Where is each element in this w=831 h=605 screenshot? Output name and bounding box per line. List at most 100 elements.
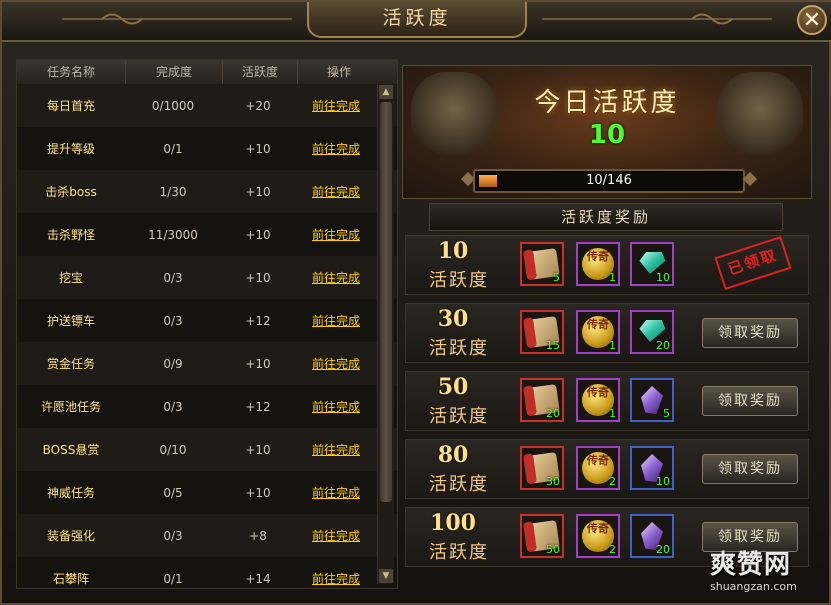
claim-reward-button[interactable]: 领取奖励: [702, 318, 798, 348]
reward-section-title: 活跃度奖励: [429, 203, 783, 231]
goto-complete-link[interactable]: 前往完成: [295, 527, 377, 544]
goto-complete-link[interactable]: 前往完成: [295, 570, 377, 587]
task-progress: 0/10: [159, 442, 187, 457]
today-activity-title: 今日活跃度: [534, 88, 680, 118]
task-points: +10: [245, 356, 271, 371]
title-ornament-right: [542, 13, 772, 25]
activity-reward-panel: 今日活跃度 10 10/146 活跃度奖励 10 活跃度 5 传奇 1 10 已领取 30 活跃…: [399, 62, 813, 590]
task-progress: 0/3: [163, 528, 183, 543]
tier-unit: 活跃度: [429, 338, 489, 359]
reward-item-slot[interactable]: 传奇 2: [576, 514, 620, 558]
goto-complete-link[interactable]: 前往完成: [295, 398, 377, 415]
reward-item-slot[interactable]: 10: [630, 446, 674, 490]
claim-reward-button[interactable]: 领取奖励: [702, 454, 798, 484]
table-row: 每日首充 0/1000 +20 前往完成: [17, 84, 397, 127]
table-row: 击杀boss 1/30 +10 前往完成: [17, 170, 397, 213]
reward-item-slot[interactable]: 20: [630, 310, 674, 354]
claim-reward-button[interactable]: 领取奖励: [702, 522, 798, 552]
reward-tier: 80 活跃度 30 传奇 2 10 领取奖励: [405, 439, 809, 499]
item-count: 1: [609, 271, 616, 284]
table-row: 赏金任务 0/9 +10 前往完成: [17, 342, 397, 385]
reward-item-slot[interactable]: 50: [520, 514, 564, 558]
reward-item-slot[interactable]: 5: [520, 242, 564, 286]
goto-complete-link[interactable]: 前往完成: [295, 441, 377, 458]
task-progress: 0/3: [163, 399, 183, 414]
reward-item-slot[interactable]: 20: [630, 514, 674, 558]
task-progress: 0/3: [163, 313, 183, 328]
item-count: 10: [656, 271, 670, 284]
goto-complete-link[interactable]: 前往完成: [295, 226, 377, 243]
task-name: 提升等级: [46, 142, 95, 156]
reward-item-slot[interactable]: 10: [630, 242, 674, 286]
goto-complete-link[interactable]: 前往完成: [295, 269, 377, 286]
table-row: 许愿池任务 0/3 +12 前往完成: [17, 385, 397, 428]
header-action: 操作: [326, 65, 351, 79]
item-count: 1: [609, 407, 616, 420]
item-count: 20: [656, 339, 670, 352]
reward-item-slot[interactable]: 传奇 1: [576, 310, 620, 354]
task-name: 每日首充: [46, 99, 95, 113]
title-bar: 活跃度 ✕: [2, 2, 831, 42]
watermark-main: 爽赞网: [710, 550, 792, 580]
goto-complete-link[interactable]: 前往完成: [295, 97, 377, 114]
header-task-name: 任务名称: [17, 60, 126, 84]
watermark-sub: shuangzan.com: [710, 580, 797, 593]
task-points: +10: [245, 485, 271, 500]
table-row: 石攀阵 0/1 +14 前往完成: [17, 557, 397, 588]
reward-item-slot[interactable]: 传奇 2: [576, 446, 620, 490]
scroll-thumb[interactable]: [380, 102, 392, 502]
item-count: 20: [656, 543, 670, 556]
reward-item-slot[interactable]: 30: [520, 446, 564, 490]
task-name: 石攀阵: [52, 572, 89, 586]
item-count: 2: [609, 543, 616, 556]
reward-item-slot[interactable]: 传奇 1: [576, 378, 620, 422]
task-list-panel: 任务名称 完成度 活跃度 操作 每日首充 0/1000 +20 前往完成 提升等级 0/1…: [16, 59, 398, 589]
task-points: +12: [245, 313, 271, 328]
task-name: 赏金任务: [46, 357, 95, 371]
goto-complete-link[interactable]: 前往完成: [295, 183, 377, 200]
tier-unit: 活跃度: [429, 542, 489, 563]
claim-reward-button[interactable]: 领取奖励: [702, 386, 798, 416]
table-row: 挖宝 0/3 +10 前往完成: [17, 256, 397, 299]
item-count: 15: [546, 339, 560, 352]
goto-complete-link[interactable]: 前往完成: [295, 312, 377, 329]
header-progress: 完成度: [126, 60, 223, 84]
task-name: 挖宝: [58, 271, 83, 285]
reward-tier: 10 活跃度 5 传奇 1 10 已领取: [405, 235, 809, 295]
goto-complete-link[interactable]: 前往完成: [295, 140, 377, 157]
goto-complete-link[interactable]: 前往完成: [295, 484, 377, 501]
header-points: 活跃度: [223, 60, 298, 84]
reward-item-slot[interactable]: 15: [520, 310, 564, 354]
reward-tier: 50 活跃度 20 传奇 1 5 领取奖励: [405, 371, 809, 431]
task-name: 神威任务: [46, 486, 95, 500]
table-row: 击杀野怪 11/3000 +10 前往完成: [17, 213, 397, 256]
scroll-down-icon[interactable]: ▼: [379, 569, 393, 583]
reward-item-slot[interactable]: 5: [630, 378, 674, 422]
tier-points: 50: [437, 374, 469, 400]
task-points: +14: [245, 571, 271, 586]
task-progress: 1/30: [159, 184, 187, 199]
task-points: +10: [245, 141, 271, 156]
task-scrollbar[interactable]: ▲ ▼: [377, 84, 394, 584]
task-points: +8: [249, 528, 267, 543]
reward-item-slot[interactable]: 20: [520, 378, 564, 422]
task-name: BOSS悬赏: [42, 443, 100, 457]
scroll-up-icon[interactable]: ▲: [379, 85, 393, 99]
today-activity-value: 10: [588, 120, 626, 150]
task-progress: 0/3: [163, 270, 183, 285]
tier-unit: 活跃度: [429, 406, 489, 427]
task-points: +10: [245, 227, 271, 242]
item-count: 20: [546, 407, 560, 420]
goto-complete-link[interactable]: 前往完成: [295, 355, 377, 372]
item-count: 50: [546, 543, 560, 556]
table-row: 装备强化 0/3 +8 前往完成: [17, 514, 397, 557]
progress-text: 10/146: [586, 173, 632, 188]
close-button[interactable]: ✕: [797, 5, 827, 35]
reward-item-slot[interactable]: 传奇 1: [576, 242, 620, 286]
purple-gem-icon: [641, 386, 663, 414]
claimed-stamp: 已领取: [714, 236, 792, 290]
task-progress: 0/9: [163, 356, 183, 371]
task-progress: 0/1000: [151, 98, 195, 113]
task-points: +10: [245, 442, 271, 457]
task-progress: 0/1: [163, 141, 183, 156]
